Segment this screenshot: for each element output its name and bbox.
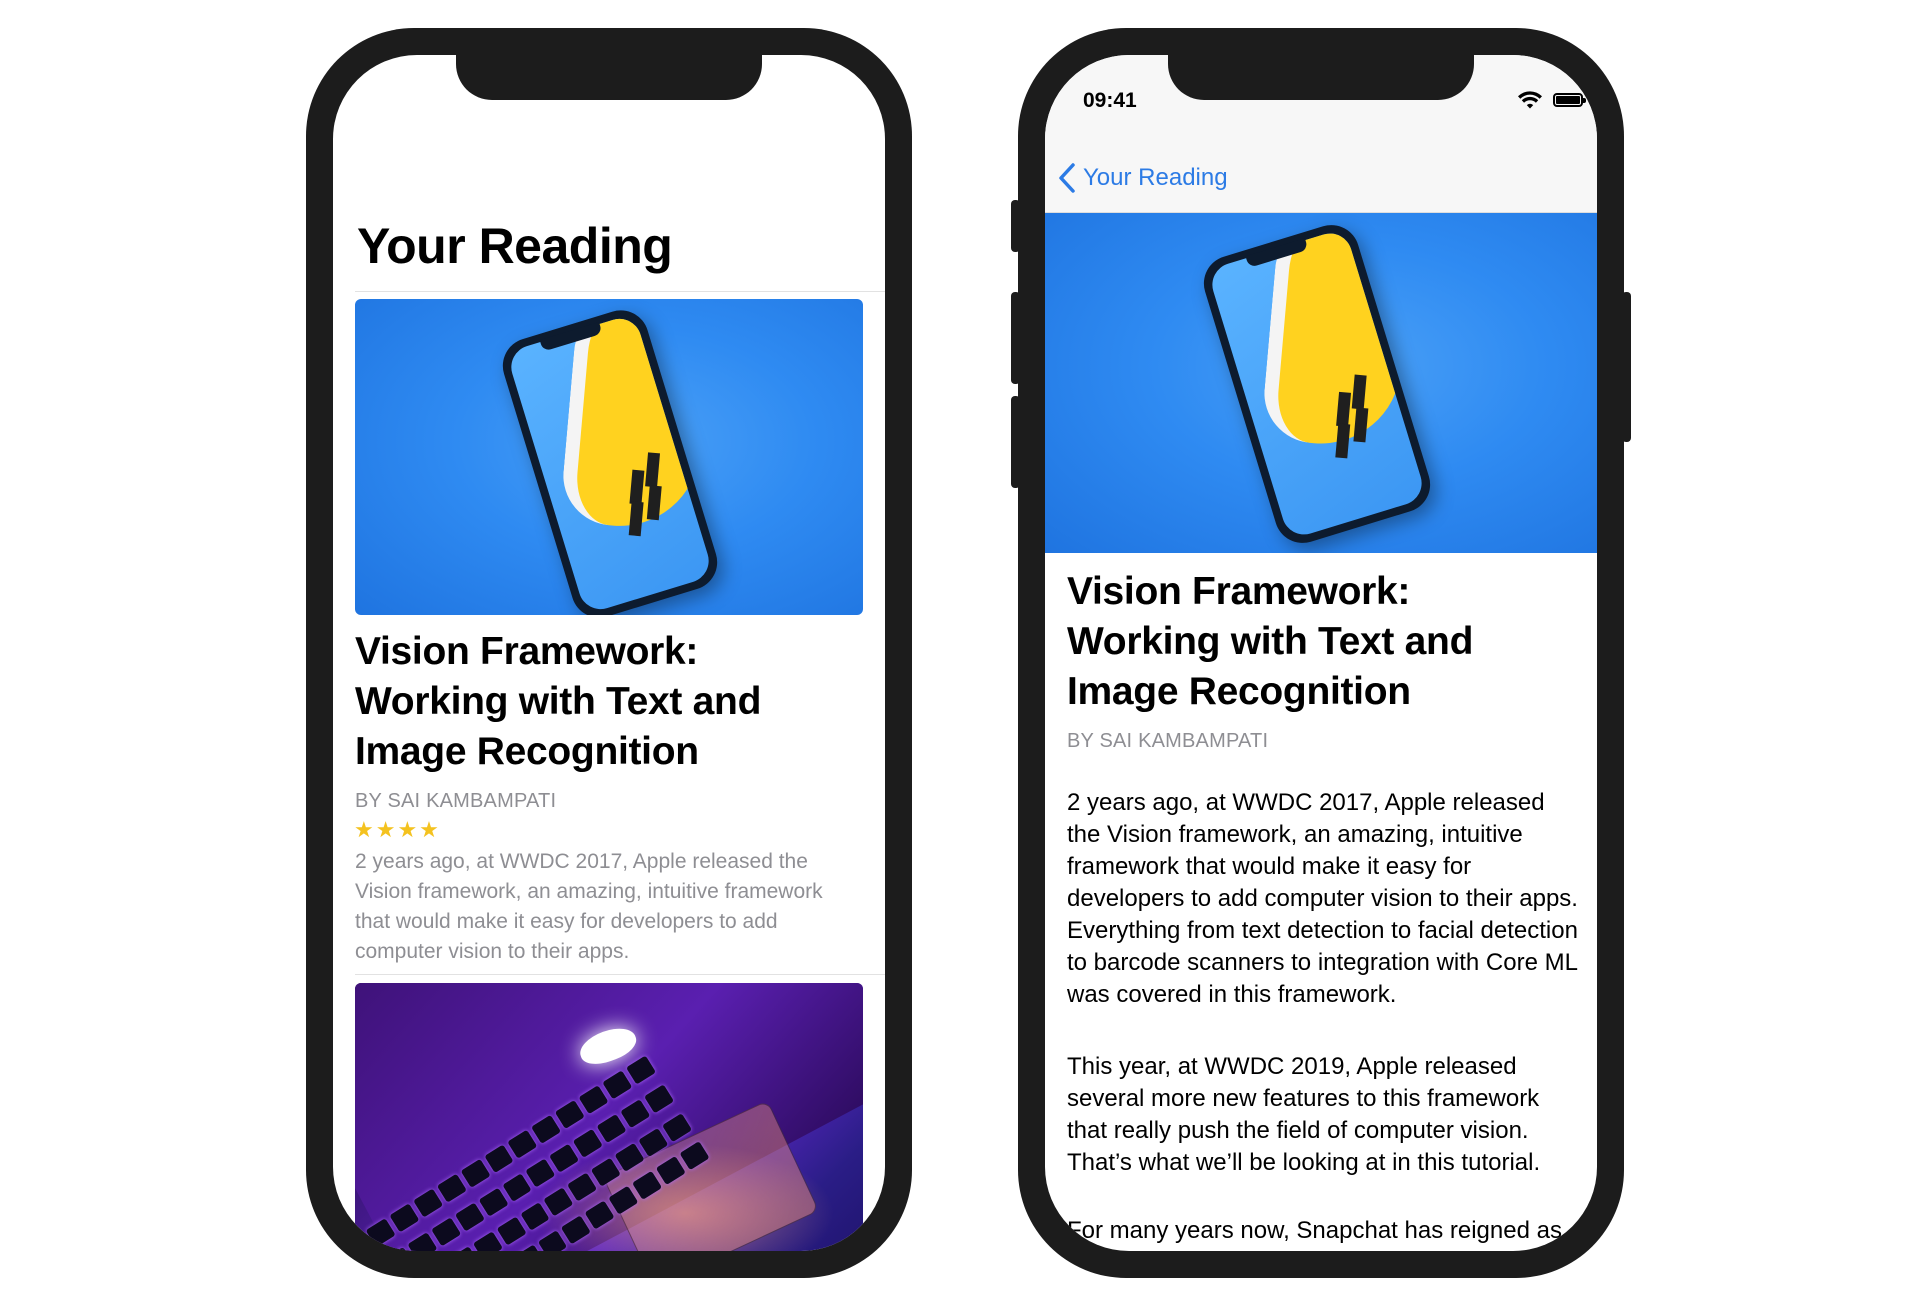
- article-summary: 2 years ago, at WWDC 2017, Apple release…: [355, 850, 823, 963]
- list-screen: Your Reading Vision Framework: Working w…: [333, 55, 885, 1251]
- back-button-label: Your Reading: [1083, 164, 1228, 191]
- phone-frame-detail: 09:41 Your Reading Vision Framework: Wor…: [1018, 28, 1624, 1278]
- status-time: 09:41: [1083, 89, 1137, 112]
- article-image-laptop[interactable]: [355, 983, 863, 1251]
- divider: [355, 974, 885, 975]
- article-title: Vision Framework: Working with Text and …: [1067, 570, 1474, 713]
- article-hero-image: [1045, 213, 1597, 553]
- article-title[interactable]: Vision Framework: Working with Text and …: [355, 627, 855, 777]
- phone-frame-list: Your Reading Vision Framework: Working w…: [306, 28, 912, 1278]
- article-author: BY SAI KAMBAMPATI: [355, 790, 557, 812]
- article-author: BY SAI KAMBAMPATI: [1067, 730, 1269, 752]
- notch: [456, 55, 762, 100]
- back-button[interactable]: Your Reading: [1057, 162, 1228, 194]
- article-image[interactable]: [355, 299, 863, 615]
- notch: [1168, 55, 1474, 100]
- battery-icon: [1553, 93, 1586, 107]
- wifi-icon: [1518, 91, 1542, 109]
- divider: [355, 291, 885, 292]
- article-paragraph: 2 years ago, at WWDC 2017, Apple release…: [1067, 789, 1578, 1008]
- article-paragraph: This year, at WWDC 2019, Apple released …: [1067, 1053, 1541, 1176]
- chevron-left-icon: [1059, 163, 1075, 193]
- page-title: Your Reading: [357, 218, 673, 274]
- detail-screen: 09:41 Your Reading Vision Framework: Wor…: [1045, 55, 1597, 1251]
- phone-photo: [495, 303, 725, 615]
- article-paragraph: For many years now, Snapchat has reigned…: [1067, 1217, 1562, 1251]
- phone-photo: [1196, 218, 1438, 550]
- star-icon: ★★★★: [354, 817, 441, 842]
